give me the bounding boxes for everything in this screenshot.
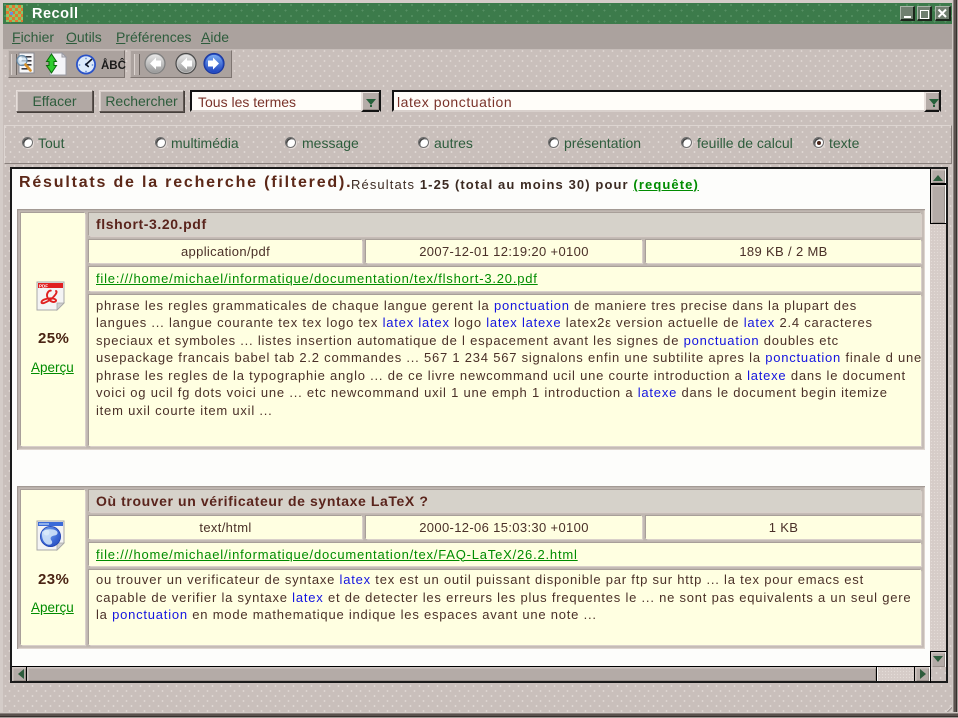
svg-text:PDF: PDF [39,284,48,289]
svg-text:ÅBĈ: ÅBĈ [101,59,126,72]
